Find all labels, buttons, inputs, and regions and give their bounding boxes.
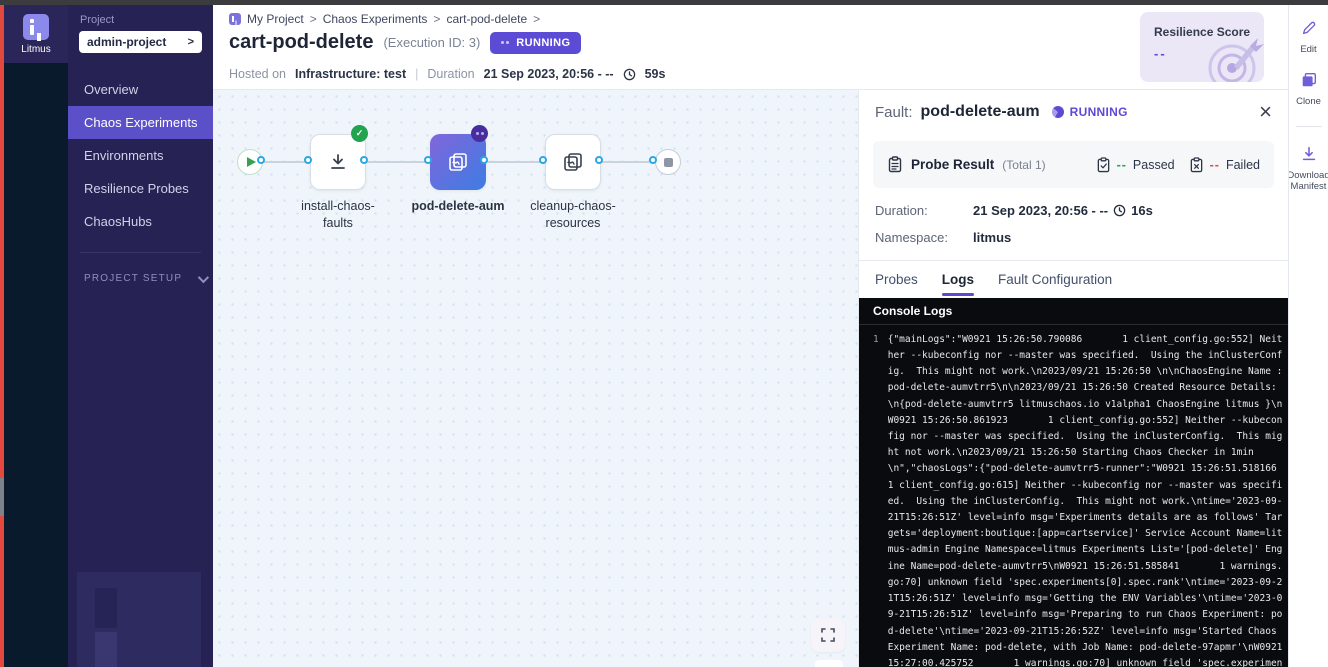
connection-dot [360, 156, 368, 164]
litmus-logo-label: Litmus [21, 44, 50, 55]
node-install-chaos-faults[interactable] [310, 134, 366, 190]
namespace-value: litmus [973, 230, 1011, 245]
toolbar-divider [1296, 126, 1322, 127]
breadcrumb-my-project[interactable]: My Project [247, 12, 304, 26]
project-label: Project [80, 14, 213, 26]
connection-dot [649, 156, 657, 164]
duration-label: Duration: [875, 203, 973, 218]
breadcrumb-cart-pod-delete[interactable]: cart-pod-delete [446, 12, 527, 26]
failed-count: -- [1210, 158, 1220, 172]
canvas-control-partial[interactable] [815, 660, 843, 667]
edit-button[interactable]: Edit [1288, 19, 1328, 55]
download-manifest-button[interactable]: Download Manifest [1288, 145, 1328, 193]
tab-probes[interactable]: Probes [875, 261, 918, 298]
download-icon [1300, 145, 1318, 163]
download-icon [327, 151, 349, 173]
tab-fault-configuration[interactable]: Fault Configuration [998, 261, 1112, 298]
node-cleanup-chaos-resources[interactable] [545, 134, 601, 190]
action-toolbar: Edit Clone Download Manifest [1288, 5, 1328, 667]
probe-failed-stat: -- Failed [1189, 157, 1260, 173]
sidebar-bottom-placeholder [77, 572, 201, 667]
fullscreen-button[interactable] [811, 618, 845, 652]
fault-tabs: Probes Logs Fault Configuration [859, 261, 1288, 298]
sidebar-item-chaoshubs[interactable]: ChaosHubs [68, 205, 213, 238]
connection-dot [424, 156, 432, 164]
play-icon [247, 157, 256, 167]
elapsed-value: 59s [645, 67, 666, 81]
clock-icon [1113, 204, 1126, 217]
project-selector-value: admin-project [87, 35, 166, 49]
sidebar-item-chaos-experiments[interactable]: Chaos Experiments [68, 106, 213, 139]
connection-dot [539, 156, 547, 164]
chevron-right-icon: > [188, 36, 194, 48]
clipboard-check-icon [1096, 157, 1111, 173]
sidebar-item-resilience-probes[interactable]: Resilience Probes [68, 172, 213, 205]
sidebar-divider [80, 252, 201, 253]
breadcrumb: My Project > Chaos Experiments > cart-po… [229, 12, 540, 26]
pencil-icon [1300, 19, 1318, 37]
probe-passed-stat: -- Passed [1096, 157, 1175, 173]
page-header: My Project > Chaos Experiments > cart-po… [213, 5, 1288, 90]
chevron-down-icon [198, 271, 209, 282]
spinner-icon [1052, 106, 1064, 118]
probe-result-total: (Total 1) [1002, 158, 1045, 172]
fault-icon [446, 150, 470, 174]
probe-result-summary: Probe Result (Total 1) -- Passed -- Fail… [873, 141, 1274, 188]
node-label-cleanup-chaos-resources: cleanup-chaos- resources [508, 198, 638, 232]
clock-icon [623, 68, 636, 81]
loader-dots-icon [501, 41, 510, 44]
tab-logs[interactable]: Logs [942, 261, 974, 298]
fault-duration-value: 21 Sep 2023, 20:56 - -- 16s [973, 203, 1153, 218]
project-selector[interactable]: admin-project > [79, 31, 202, 53]
console-logs-title: Console Logs [859, 298, 1288, 325]
pipeline-end-node[interactable] [655, 149, 681, 175]
console-log-text: {"mainLogs":"W0921 15:26:50.790086 1 cli… [888, 332, 1282, 667]
connection-dot [595, 156, 603, 164]
experiment-meta: Hosted on Infrastructure: test | Duratio… [229, 67, 665, 81]
connection-dot [257, 156, 265, 164]
passed-count: -- [1117, 158, 1127, 172]
connection-dot [480, 156, 488, 164]
clone-icon [1300, 71, 1318, 89]
probe-result-title: Probe Result [911, 157, 994, 172]
node-label-install-chaos-faults: install-chaos- faults [273, 198, 403, 232]
status-badge: RUNNING [490, 32, 581, 54]
pipeline-canvas[interactable]: ✓ install-chaos- faults pod-delete-aum c… [213, 90, 858, 667]
resilience-score-card: Resilience Score -- [1140, 12, 1264, 82]
connection-dot [304, 156, 312, 164]
sidebar-item-environments[interactable]: Environments [68, 139, 213, 172]
litmus-logo[interactable]: Litmus [4, 5, 68, 63]
sidebar: Project admin-project > Overview Chaos E… [68, 5, 213, 667]
running-badge [471, 125, 488, 142]
project-setup-toggle[interactable]: PROJECT SETUP [68, 273, 213, 284]
fullscreen-icon [820, 627, 836, 643]
sidebar-nav: Overview Chaos Experiments Environments … [68, 73, 213, 238]
clone-button[interactable]: Clone [1288, 71, 1328, 107]
clipboard-x-icon [1189, 157, 1204, 173]
node-label-pod-delete-aum: pod-delete-aum [393, 198, 523, 215]
target-dart-illustration [1202, 34, 1264, 82]
fault-title-label: Fault: [875, 104, 913, 121]
execution-id: (Execution ID: 3) [383, 35, 480, 50]
namespace-label: Namespace: [875, 230, 973, 245]
fault-status: RUNNING [1052, 105, 1128, 119]
litmus-logo-icon [23, 14, 49, 40]
fault-details-panel: Fault: pod-delete-aum RUNNING × Probe Re… [858, 90, 1288, 667]
stop-icon [664, 158, 673, 167]
console-logs-panel[interactable]: Console Logs 1 {"mainLogs":"W0921 15:26:… [859, 298, 1288, 667]
project-icon [229, 13, 241, 25]
success-badge: ✓ [351, 125, 368, 142]
log-line-number: 1 [873, 332, 879, 667]
close-icon[interactable]: × [1259, 104, 1272, 120]
fault-name: pod-delete-aum [921, 103, 1040, 121]
app-rail: Litmus [4, 5, 68, 667]
fault-icon [561, 150, 585, 174]
clipboard-icon [887, 156, 903, 173]
infrastructure-value: Infrastructure: test [295, 67, 406, 81]
page-title: cart-pod-delete [229, 31, 373, 54]
sidebar-item-overview[interactable]: Overview [68, 73, 213, 106]
node-pod-delete-aum[interactable] [430, 134, 486, 190]
breadcrumb-chaos-experiments[interactable]: Chaos Experiments [323, 12, 428, 26]
duration-value: 21 Sep 2023, 20:56 - -- [484, 67, 614, 81]
